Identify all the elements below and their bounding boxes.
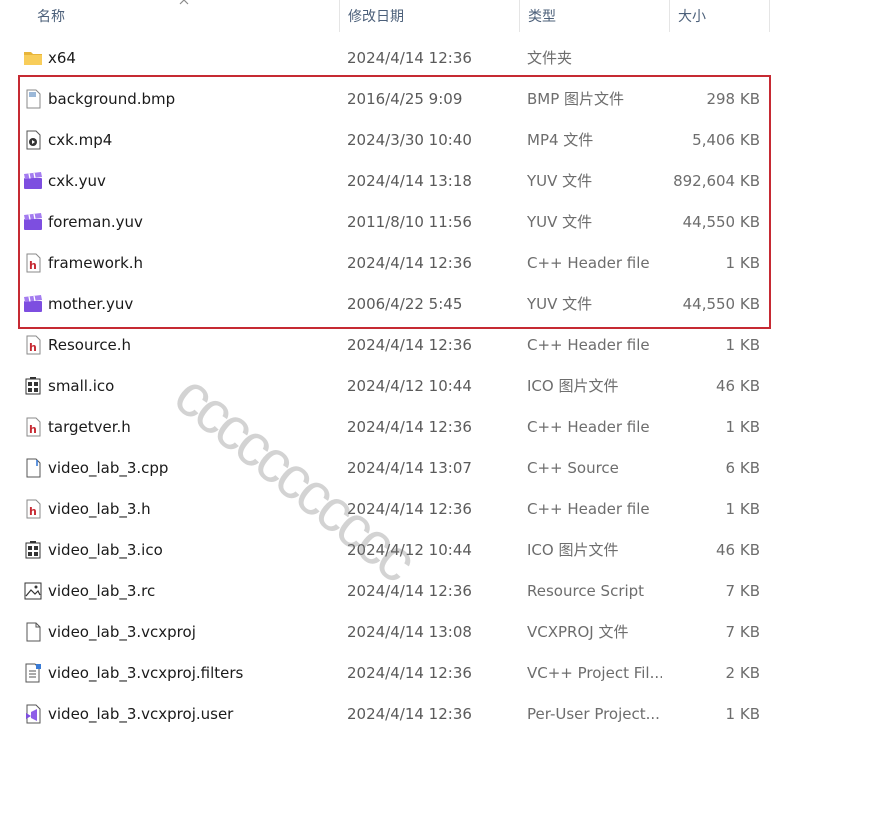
file-date: 2024/4/14 12:36 [347,582,472,600]
file-row[interactable]: x64 2024/4/14 12:36 文件夹 [0,38,770,79]
file-name: video_lab_3.vcxproj.user [48,705,234,723]
file-row[interactable]: video_lab_3.vcxproj 2024/4/14 13:08 VCXPRO… [0,612,770,653]
file-type: C++ Header file [527,418,650,436]
file-date: 2024/4/12 10:44 [347,377,472,395]
file-size: 1 KB [725,418,760,436]
file-type: VC++ Project Fil... [527,664,662,682]
file-name: Resource.h [48,336,132,354]
rc-icon [23,581,43,601]
blank-icon [23,622,43,642]
file-date: 2024/4/14 12:36 [347,336,472,354]
svg-text:h: h [29,341,37,354]
column-header-date[interactable]: 修改日期 [339,0,519,32]
file-type: C++ Header file [527,336,650,354]
file-type: VCXPROJ 文件 [527,623,629,641]
file-size [670,38,760,79]
file-name: video_lab_3.cpp [48,459,169,477]
file-type: Resource Script [527,582,645,600]
file-date: 2024/4/14 13:08 [347,623,472,641]
file-date: 2024/4/14 12:36 [347,418,472,436]
file-date: 2024/4/12 10:44 [347,541,472,559]
file-type: ICO 图片文件 [527,377,619,395]
ico-icon [23,540,43,560]
file-type: C++ Header file [527,500,650,518]
file-size: 1 KB [725,500,760,518]
file-row[interactable]: video_lab_3.ico 2024/4/12 10:44 ICO 图片文件 46… [0,530,770,571]
file-row[interactable]: h Resource.h 2024/4/14 12:36 C++ Header fil… [0,325,770,366]
column-header-type[interactable]: 类型 [519,0,669,32]
file-name: small.ico [48,377,115,395]
file-row[interactable]: video_lab_3.vcxproj.filters 2024/4/14 12:… [0,653,770,694]
cpp-icon [23,458,43,478]
filters-icon [23,663,43,683]
file-size: 7 KB [725,582,760,600]
file-size: 46 KB [716,377,760,395]
file-name: video_lab_3.ico [48,541,163,559]
sort-ascending-icon [179,0,189,5]
file-name: targetver.h [48,418,131,436]
column-header-size[interactable]: 大小 [669,0,770,32]
file-size: 1 KB [725,705,760,723]
file-row[interactable]: h video_lab_3.h 2024/4/14 12:36 C++ Header … [0,489,770,530]
svg-text:h: h [29,505,37,518]
file-size: 46 KB [716,541,760,559]
file-name: video_lab_3.vcxproj [48,623,196,641]
file-size: 2 KB [725,664,760,682]
file-size: 6 KB [725,459,760,477]
file-row[interactable]: h targetver.h 2024/4/14 12:36 C++ Header fi… [0,407,770,448]
file-type: 文件夹 [527,49,573,67]
file-name: video_lab_3.h [48,500,151,518]
file-type: C++ Source [527,459,619,477]
file-row[interactable]: video_lab_3.rc 2024/4/14 12:36 Resource Sc… [0,571,770,612]
file-date: 2024/4/14 13:07 [347,459,472,477]
file-date: 2024/4/14 12:36 [347,49,472,67]
highlight-box [18,75,771,329]
vsuser-icon [23,704,43,724]
header-icon: h [23,417,43,437]
file-size: 7 KB [725,623,760,641]
column-header-bar: 名称 修改日期 类型 大小 [0,0,770,32]
file-date: 2024/4/14 12:36 [347,664,472,682]
file-date: 2024/4/14 12:36 [347,705,472,723]
file-row[interactable]: video_lab_3.vcxproj.user 2024/4/14 12:36 P… [0,694,770,735]
header-icon: h [23,335,43,355]
file-size: 1 KB [725,336,760,354]
file-type: ICO 图片文件 [527,541,619,559]
ico-icon [23,376,43,396]
file-row[interactable]: video_lab_3.cpp 2024/4/14 13:07 C++ Source… [0,448,770,489]
folder-icon [23,48,43,68]
file-name: video_lab_3.vcxproj.filters [48,664,244,682]
file-name: x64 [48,49,76,67]
file-date: 2024/4/14 12:36 [347,500,472,518]
file-type: Per-User Project... [527,705,660,723]
svg-text:h: h [29,423,37,436]
file-row[interactable]: small.ico 2024/4/12 10:44 ICO 图片文件 46 KB [0,366,770,407]
header-icon: h [23,499,43,519]
file-name: video_lab_3.rc [48,582,156,600]
